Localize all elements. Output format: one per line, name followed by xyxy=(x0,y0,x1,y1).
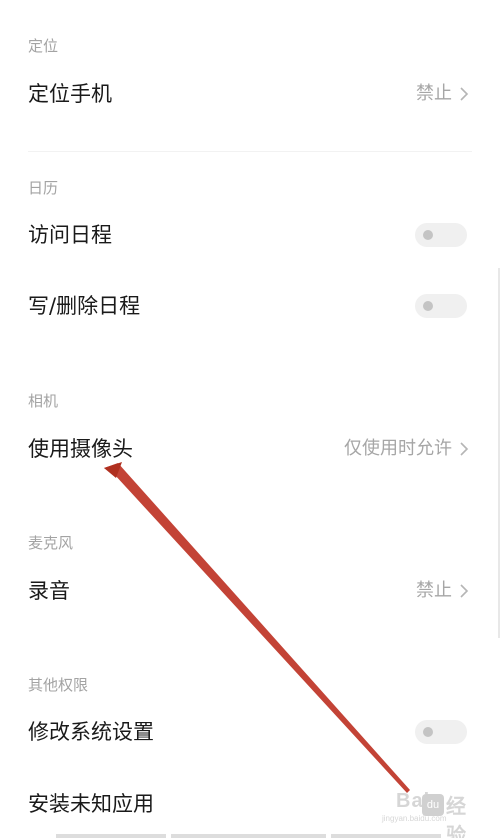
row-label: 录音 xyxy=(28,579,70,603)
row-locate-phone[interactable]: 定位手机 禁止 xyxy=(0,69,500,119)
modify-system-settings-toggle[interactable] xyxy=(415,720,467,744)
access-calendar-toggle[interactable] xyxy=(415,223,467,247)
row-value: 禁止 xyxy=(416,83,452,104)
write-delete-calendar-toggle[interactable] xyxy=(415,294,467,318)
row-label: 安装未知应用 xyxy=(28,792,154,816)
section-title-location: 定位 xyxy=(28,37,59,55)
row-write-delete-calendar[interactable]: 写/删除日程 xyxy=(0,281,500,331)
chevron-right-icon xyxy=(460,584,469,598)
toggle-knob xyxy=(423,230,433,240)
chevron-right-icon xyxy=(460,442,469,456)
row-record-audio[interactable]: 录音 禁止 xyxy=(0,566,500,616)
bottom-strip xyxy=(56,834,166,838)
baidu-watermark-logo: Bai du 经验 jingyan.baidu.com xyxy=(382,786,478,838)
section-title-camera: 相机 xyxy=(28,392,59,410)
bottom-strip xyxy=(171,834,326,838)
divider xyxy=(28,151,472,152)
watermark-suffix: 经验 xyxy=(446,796,467,838)
watermark-paw-icon: du xyxy=(422,794,444,816)
row-use-camera[interactable]: 使用摄像头 仅使用时允许 xyxy=(0,424,500,474)
bottom-strip xyxy=(331,834,441,838)
row-label: 写/删除日程 xyxy=(28,294,141,318)
toggle-knob xyxy=(423,301,433,311)
toggle-knob xyxy=(423,727,433,737)
section-title-calendar: 日历 xyxy=(28,179,59,197)
section-title-microphone: 麦克风 xyxy=(28,534,74,552)
row-access-calendar[interactable]: 访问日程 xyxy=(0,210,500,260)
chevron-right-icon xyxy=(460,87,469,101)
section-title-other-permissions: 其他权限 xyxy=(28,676,89,694)
row-label: 修改系统设置 xyxy=(28,720,154,744)
row-modify-system-settings[interactable]: 修改系统设置 xyxy=(0,707,500,757)
row-value: 仅使用时允许 xyxy=(344,438,452,459)
row-label: 访问日程 xyxy=(28,223,112,247)
row-value: 禁止 xyxy=(416,580,452,601)
permissions-screen: 定位 定位手机 禁止 日历 访问日程 写/删除日程 相机 使用摄像头 仅使用时允… xyxy=(0,0,500,838)
row-label: 定位手机 xyxy=(28,82,112,106)
watermark-sub: jingyan.baidu.com xyxy=(382,814,447,823)
row-label: 使用摄像头 xyxy=(28,437,133,461)
